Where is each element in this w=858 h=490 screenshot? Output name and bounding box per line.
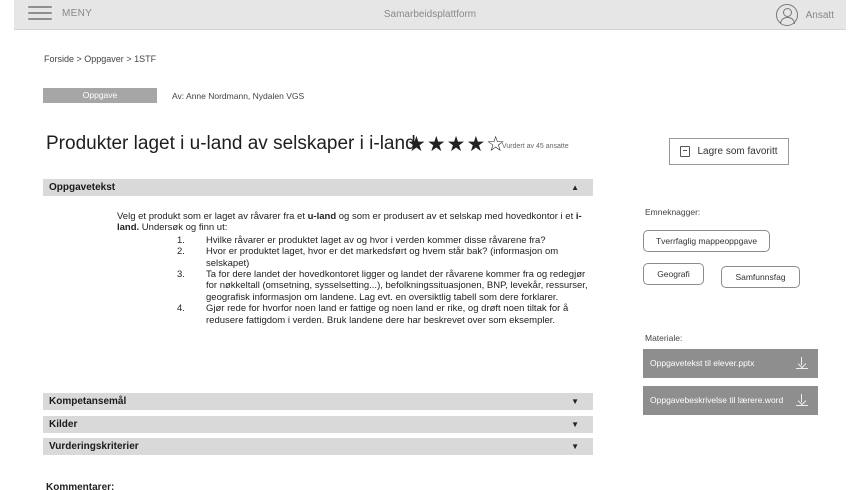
task-list-item: 3. Ta for dere landet der hovedkontoret l… — [177, 269, 592, 303]
breadcrumb-separator: > — [123, 54, 135, 64]
intro-bold-text: u-land — [307, 211, 337, 222]
item-text: Hvilke råvarer er produktet laget av og … — [206, 234, 546, 246]
material-filename: Oppgavetekst til elever.pptx — [650, 358, 755, 368]
top-bar: MENY Samarbeidsplattform Ansatt — [14, 0, 846, 30]
chevron-down-icon: ▼ — [571, 420, 579, 429]
item-number: 1. — [177, 234, 185, 246]
intro-text: Velg et produkt som er laget av råvarer … — [117, 211, 308, 222]
chevron-up-icon: ▲ — [571, 183, 579, 192]
chevron-down-icon: ▼ — [571, 397, 579, 406]
accordion-sources[interactable]: Kilder ▼ — [43, 416, 593, 433]
accordion-label: Kilder — [49, 419, 78, 430]
item-text: Hvor er produktet laget, hvor er det mar… — [206, 246, 559, 269]
user-icon — [775, 4, 798, 26]
task-text-content: Velg et produkt som er laget av råvarer … — [117, 211, 592, 326]
page-title: Produkter laget i u-land av selskaper i … — [46, 133, 416, 154]
bookmark-icon — [680, 146, 691, 157]
breadcrumb: Forside > Oppgaver > 1STF — [44, 54, 156, 64]
breadcrumb-current[interactable]: 1STF — [134, 54, 156, 64]
tag-chip[interactable]: Tverrfaglig mappeoppgave — [643, 230, 770, 252]
item-text: Gjør rede for hvorfor noen land er fatti… — [206, 303, 569, 326]
accordion-task-text[interactable]: Oppgavetekst ▲ — [43, 179, 593, 196]
material-download-button[interactable]: Oppgavetekst til elever.pptx — [643, 349, 818, 378]
download-icon — [796, 357, 808, 370]
download-icon — [796, 394, 808, 407]
item-text: Ta for dere landet der hovedkontoret lig… — [206, 269, 588, 303]
accordion-label: Vurderingskriterier — [49, 441, 139, 452]
task-intro: Velg et produkt som er laget av råvarer … — [117, 211, 592, 234]
breadcrumb-home[interactable]: Forside — [44, 54, 74, 64]
materials-label: Materiale: — [645, 333, 683, 343]
item-number: 2. — [177, 246, 185, 258]
task-list-item: 2. Hvor er produktet laget, hvor er det m… — [177, 246, 592, 269]
task-list-item: 1. Hvilke råvarer er produktet laget av o… — [177, 235, 592, 246]
tags-label: Emneknagger: — [645, 207, 701, 217]
app-title: Samarbeidsplattform — [383, 9, 477, 20]
chevron-down-icon: ▼ — [571, 442, 579, 451]
item-number: 3. — [177, 269, 185, 281]
user-menu[interactable]: Ansatt — [775, 4, 834, 26]
save-favorite-label: Lagre som favoritt — [697, 146, 778, 157]
author-text: Av: Anne Nordmann, Nydalen VGS — [172, 91, 305, 101]
rating-stars[interactable]: ★★★★☆ — [407, 132, 506, 157]
breadcrumb-tasks[interactable]: Oppgaver — [84, 54, 124, 64]
save-favorite-button[interactable]: Lagre som favoritt — [669, 138, 789, 165]
material-filename: Oppgavebeskrivelse til lærere.word — [650, 395, 784, 405]
tag-chip[interactable]: Samfunnsfag — [721, 266, 800, 288]
accordion-label: Oppgavetekst — [49, 182, 116, 193]
item-number: 4. — [177, 303, 185, 315]
task-list: 1. Hvilke råvarer er produktet laget av o… — [177, 235, 592, 326]
accordion-competence[interactable]: Kompetansemål ▼ — [43, 393, 593, 410]
intro-text: Undersøk og finn ut: — [139, 222, 228, 234]
user-label: Ansatt — [805, 9, 834, 21]
material-download-button[interactable]: Oppgavebeskrivelse til lærere.word — [643, 386, 818, 415]
rating-count: Vurdert av 45 ansatte — [502, 143, 569, 150]
tag-chip[interactable]: Geografi — [643, 263, 704, 285]
intro-text: og som er produsert av et selskap med ho… — [336, 211, 576, 222]
accordion-criteria[interactable]: Vurderingskriterier ▼ — [43, 438, 593, 455]
accordion-label: Kompetansemål — [49, 396, 127, 407]
task-list-item: 4. Gjør rede for hvorfor noen land er fat… — [177, 303, 592, 326]
comments-heading: Kommentarer: — [46, 482, 115, 490]
type-tag[interactable]: Oppgave — [43, 88, 157, 103]
breadcrumb-separator: > — [74, 54, 85, 64]
